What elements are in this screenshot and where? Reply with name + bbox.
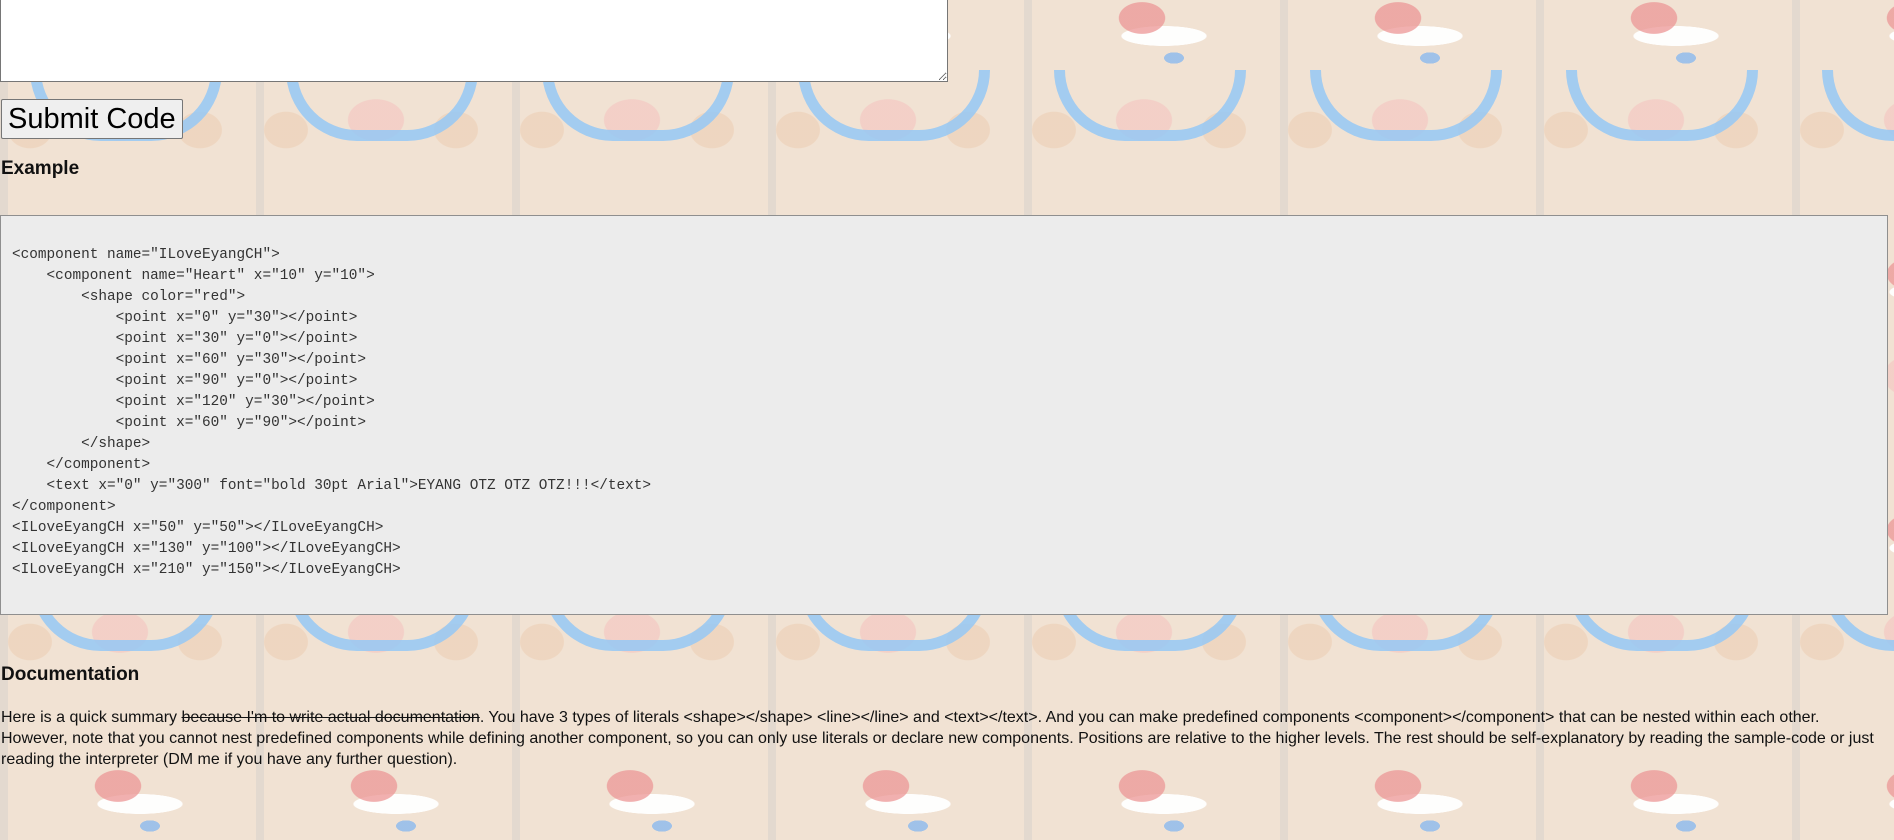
background-smile-decoration — [1054, 70, 1246, 141]
example-code-box: <component name="ILoveEyangCH"> <compone… — [0, 215, 1888, 615]
documentation-intro: Here is a quick summary — [1, 709, 182, 726]
code-input-textarea[interactable] — [0, 0, 948, 82]
documentation-struck-text: because I'm to write actual documentatio… — [181, 709, 480, 726]
submit-code-button[interactable]: Submit Code — [1, 99, 183, 139]
background-smile-decoration — [1566, 70, 1758, 141]
example-heading: Example — [1, 158, 80, 179]
documentation-heading: Documentation — [1, 664, 140, 685]
background-smile-decoration — [1822, 70, 1894, 141]
background-smile-decoration — [1310, 70, 1502, 141]
documentation-text: Here is a quick summary because I'm to w… — [1, 707, 1881, 770]
example-code-block: <component name="ILoveEyangCH"> <compone… — [12, 247, 652, 578]
